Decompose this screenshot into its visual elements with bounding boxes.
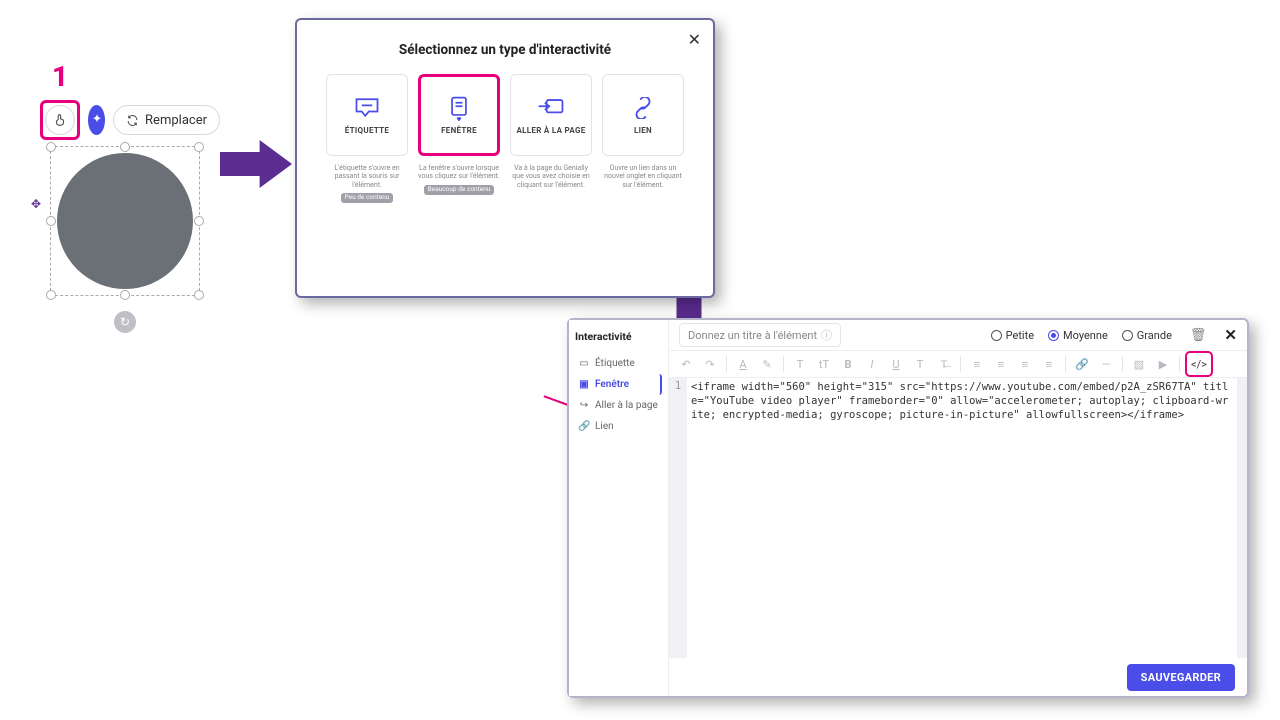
- window-icon: [444, 96, 474, 120]
- size-label: Moyenne: [1063, 329, 1108, 342]
- type-desc: L'étiquette s'ouvre en passant la souris…: [326, 164, 408, 203]
- code-view-button[interactable]: </>: [1188, 354, 1210, 374]
- info-icon: ⓘ: [821, 327, 832, 343]
- step-number-1: 1: [52, 60, 68, 93]
- richtext-toolbar: ↶ ↷ A ✎ T tT B I U T T̶ ≡ ≡ ≡ ≡ 🔗 —: [669, 350, 1247, 378]
- size-label: Petite: [1006, 329, 1034, 342]
- resize-handle[interactable]: [46, 290, 56, 300]
- fontsize-button[interactable]: tT: [813, 354, 835, 374]
- goto-page-icon: ↪: [578, 400, 590, 411]
- textcolor-button[interactable]: A: [732, 354, 754, 374]
- list-ul-button[interactable]: ≡: [1014, 354, 1036, 374]
- highlight-step1: [40, 100, 80, 140]
- type-desc: Ouvre un lien dans un nouvel onglet en c…: [602, 164, 684, 203]
- resize-handle[interactable]: [194, 142, 204, 152]
- indent-button[interactable]: ≡: [1038, 354, 1060, 374]
- label-icon: ▭: [578, 358, 590, 369]
- replace-button[interactable]: Remplacer: [113, 105, 220, 135]
- paragraph-button[interactable]: T: [909, 354, 931, 374]
- hand-pointer-icon: [53, 113, 67, 127]
- circle-shape[interactable]: [57, 153, 193, 289]
- sidebar-item-etiquette[interactable]: ▭ Étiquette: [575, 353, 662, 374]
- window-icon: ▣: [578, 379, 590, 390]
- sidebar-item-fenetre[interactable]: ▣ Fenêtre: [575, 374, 662, 395]
- size-label: Grande: [1137, 329, 1172, 342]
- list-ol-button[interactable]: ≡: [990, 354, 1012, 374]
- bold-button[interactable]: B: [837, 354, 859, 374]
- title-placeholder: Donnez un titre à l'élément: [688, 329, 817, 342]
- interactivity-type-modal: ✕ Sélectionnez un type d'interactivité É…: [295, 18, 715, 298]
- modal-title: Sélectionnez un type d'interactivité: [321, 42, 689, 58]
- type-label: ALLER À LA PAGE: [516, 126, 585, 135]
- selected-element-panel: Remplacer ✥ ↻: [40, 100, 220, 296]
- close-button[interactable]: ✕: [1224, 326, 1237, 344]
- editor-sidebar: Interactivité ▭ Étiquette ▣ Fenêtre ↪ Aller…: [569, 320, 669, 696]
- undo-button[interactable]: ↶: [675, 354, 697, 374]
- type-etiquette[interactable]: ÉTIQUETTE: [326, 74, 408, 156]
- selection-box[interactable]: ✥ ↻: [50, 146, 200, 296]
- code-editor[interactable]: <iframe width="560" height="315" src="ht…: [687, 378, 1247, 658]
- label-icon: [352, 96, 382, 120]
- sidebar-item-label: Aller à la page: [595, 400, 658, 411]
- type-label: LIEN: [634, 126, 652, 135]
- align-button[interactable]: ≡: [966, 354, 988, 374]
- type-desc: Va à la page du Genially que vous avez c…: [510, 164, 592, 203]
- line-gutter: 1: [669, 378, 687, 658]
- link-button[interactable]: 🔗: [1071, 354, 1093, 374]
- type-label: ÉTIQUETTE: [345, 126, 389, 135]
- sidebar-item-label: Étiquette: [595, 358, 635, 369]
- size-medium-radio[interactable]: Moyenne: [1048, 329, 1108, 342]
- resize-handle[interactable]: [46, 142, 56, 152]
- content-badge: Beaucoup de contenu: [424, 185, 495, 195]
- highlight-button[interactable]: ✎: [756, 354, 778, 374]
- font-button[interactable]: T: [789, 354, 811, 374]
- sidebar-item-label: Fenêtre: [595, 379, 629, 390]
- window-editor-modal: Interactivité ▭ Étiquette ▣ Fenêtre ↪ Aller…: [567, 318, 1249, 698]
- sidebar-item-lien[interactable]: 🔗 Lien: [575, 416, 662, 437]
- save-button[interactable]: SAUVEGARDER: [1127, 664, 1235, 691]
- resize-handle[interactable]: [120, 290, 130, 300]
- hr-button[interactable]: —: [1095, 354, 1117, 374]
- type-label: FENÊTRE: [441, 126, 477, 135]
- replace-label: Remplacer: [145, 113, 207, 128]
- sidebar-title: Interactivité: [575, 330, 662, 343]
- underline-button[interactable]: U: [885, 354, 907, 374]
- sidebar-item-label: Lien: [595, 421, 614, 432]
- video-button[interactable]: ▶: [1152, 354, 1174, 374]
- goto-page-icon: [536, 96, 566, 120]
- clearformat-button[interactable]: T̶: [933, 354, 955, 374]
- type-page[interactable]: ALLER À LA PAGE: [510, 74, 592, 156]
- type-desc: La fenêtre s'ouvre lorsque vous cliquez …: [418, 164, 500, 203]
- redo-button[interactable]: ↷: [699, 354, 721, 374]
- type-lien[interactable]: LIEN: [602, 74, 684, 156]
- link-icon: 🔗: [578, 421, 590, 432]
- move-handle-icon[interactable]: ✥: [31, 197, 41, 211]
- interactivity-button[interactable]: [45, 105, 75, 135]
- resize-handle[interactable]: [194, 216, 204, 226]
- refresh-icon: [126, 114, 139, 127]
- animation-button[interactable]: [88, 105, 105, 135]
- sparkle-icon: [90, 113, 104, 127]
- rotate-handle[interactable]: ↻: [114, 311, 136, 333]
- resize-handle[interactable]: [120, 142, 130, 152]
- resize-handle[interactable]: [46, 216, 56, 226]
- link-icon: [628, 96, 658, 120]
- resize-handle[interactable]: [194, 290, 204, 300]
- image-button[interactable]: ▧: [1128, 354, 1150, 374]
- type-fenetre[interactable]: FENÊTRE: [418, 74, 500, 156]
- content-badge: Peu de contenu: [341, 193, 394, 203]
- size-small-radio[interactable]: Petite: [991, 329, 1034, 342]
- sidebar-item-page[interactable]: ↪ Aller à la page: [575, 395, 662, 416]
- close-button[interactable]: ✕: [688, 30, 701, 49]
- italic-button[interactable]: I: [861, 354, 883, 374]
- arrow-right-icon: [220, 140, 292, 188]
- delete-button[interactable]: 🗑: [1190, 328, 1207, 343]
- size-large-radio[interactable]: Grande: [1122, 329, 1172, 342]
- highlight-step3: </>: [1185, 351, 1213, 377]
- element-title-input[interactable]: Donnez un titre à l'élément ⓘ: [679, 323, 841, 347]
